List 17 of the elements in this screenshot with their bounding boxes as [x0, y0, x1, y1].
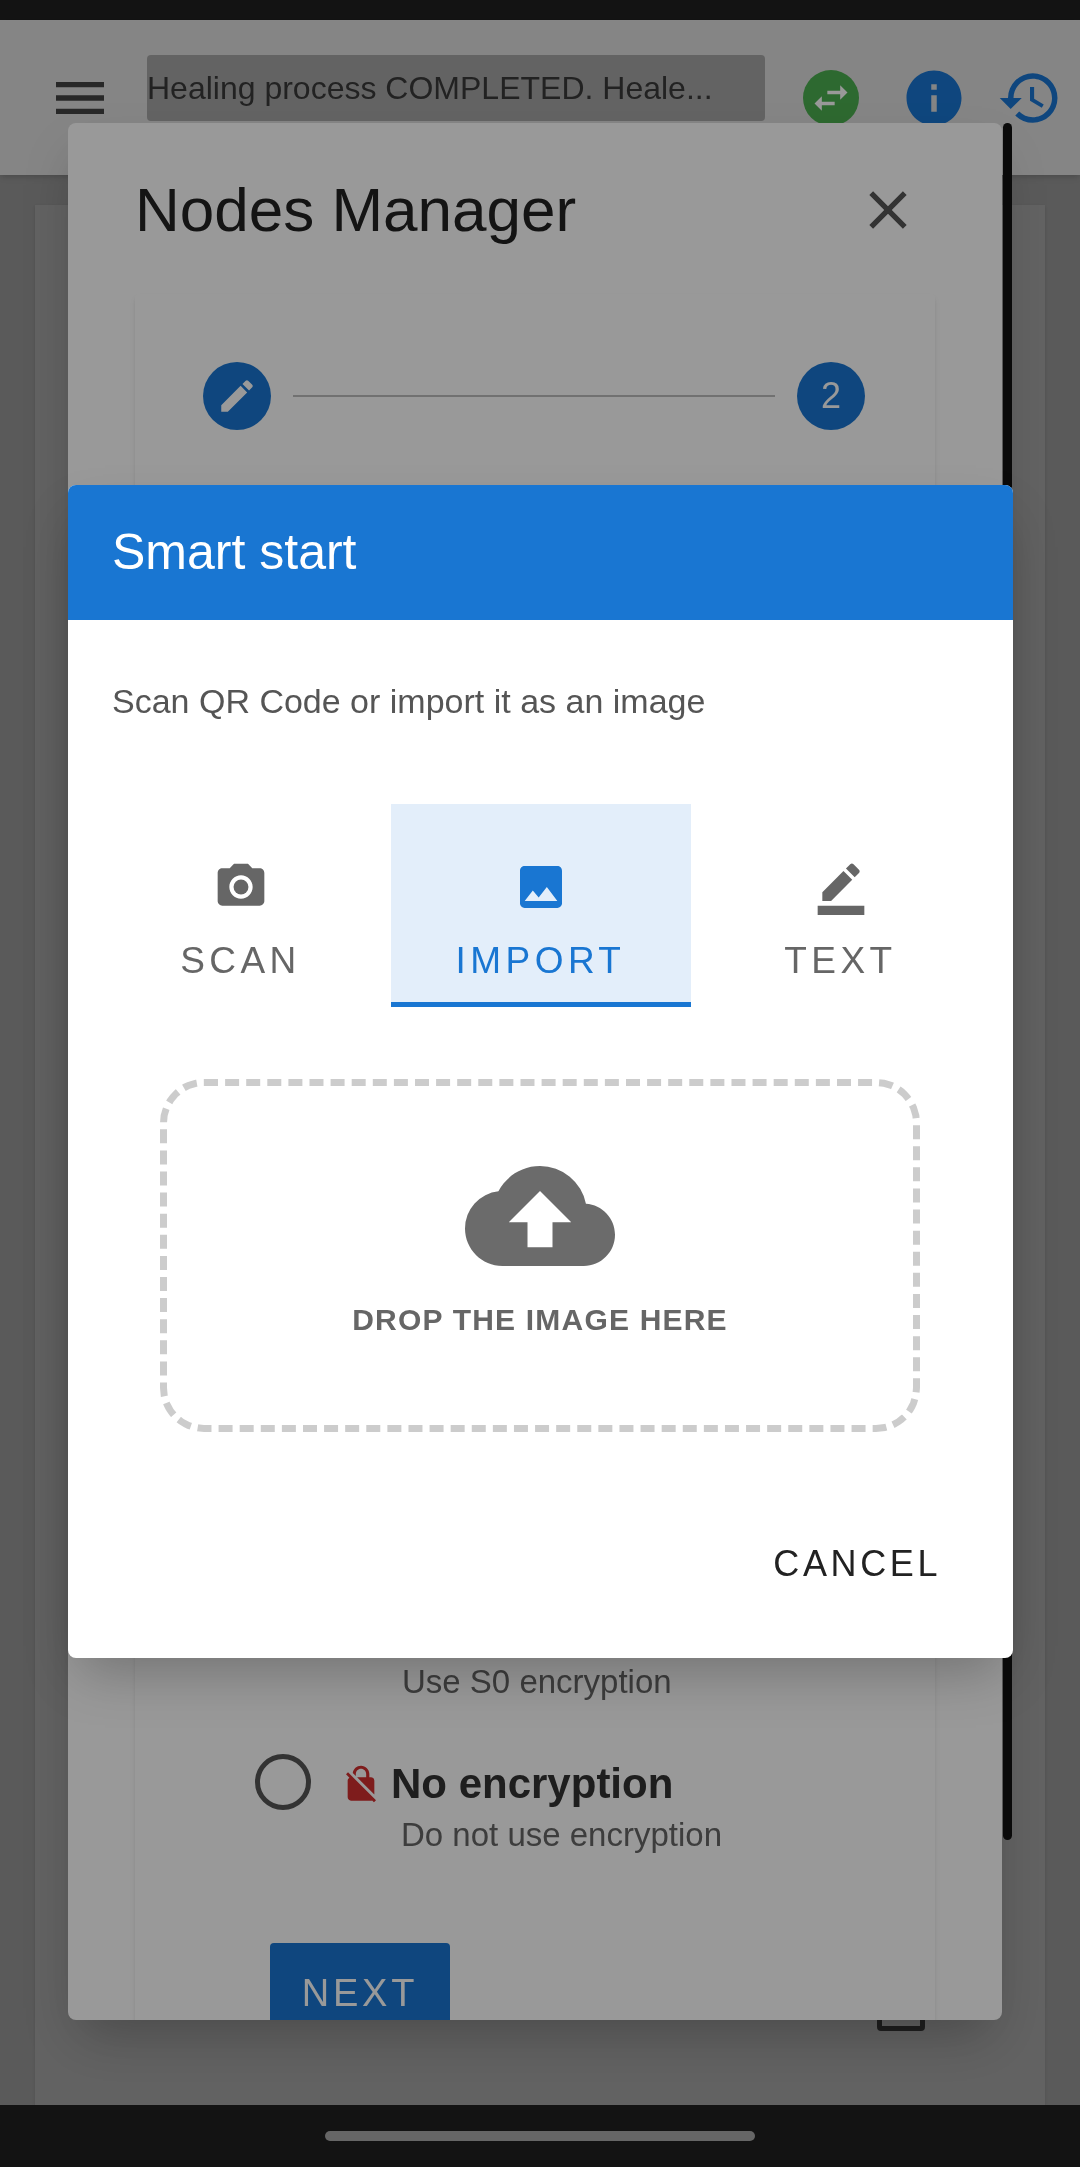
- status-text: Healing process COMPLETED. Heale...: [147, 69, 713, 108]
- mode-tab[interactable]: TEXT: [690, 804, 991, 1007]
- dialog-title: Nodes Manager: [135, 174, 577, 246]
- option-description: Do not use encryption: [401, 1815, 723, 1855]
- mode-tab[interactable]: IMPORT: [390, 804, 691, 1007]
- cancel-button[interactable]: CANCEL: [757, 1527, 957, 1601]
- drop-zone[interactable]: DROP THE IMAGE HERE: [160, 1079, 920, 1432]
- radio-button[interactable]: [255, 1754, 311, 1810]
- next-button[interactable]: NEXT: [270, 1943, 450, 2020]
- option-title: No encryption: [391, 1759, 674, 1809]
- instructions-text: Scan QR Code or import it as an image: [112, 681, 707, 722]
- mode-tab[interactable]: SCAN: [90, 804, 391, 1007]
- step-number[interactable]: 2: [797, 362, 865, 430]
- dialog-title: Smart start: [112, 523, 357, 582]
- drop-label: DROP THE IMAGE HERE: [352, 1302, 728, 1338]
- home-handle[interactable]: [325, 2131, 755, 2141]
- option-description: Use S0 encryption: [402, 1662, 673, 1702]
